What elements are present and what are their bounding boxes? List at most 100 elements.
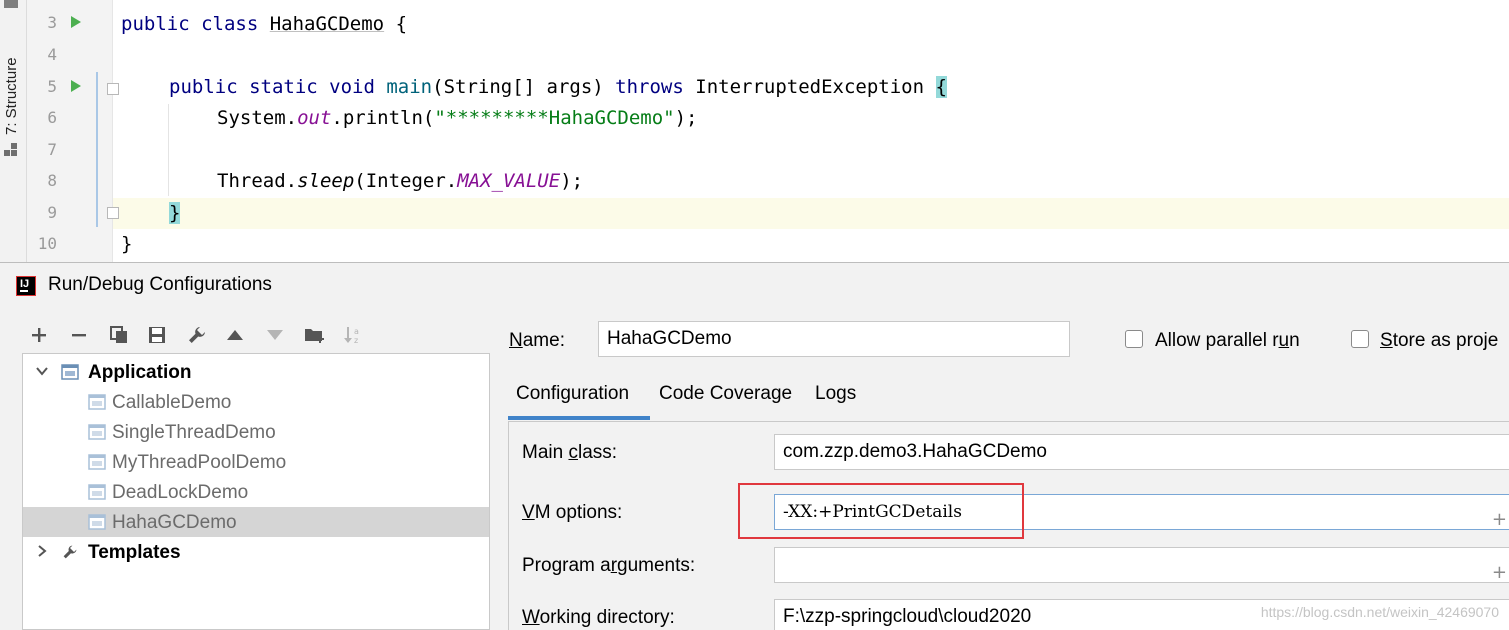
application-config-icon [88, 514, 106, 530]
code-token: Thread. [217, 170, 298, 192]
fold-toggle-icon[interactable] [107, 83, 119, 95]
dialog-title: Run/Debug Configurations [48, 274, 272, 295]
program-arguments-input[interactable]: + [774, 547, 1509, 583]
name-input[interactable]: HahaGCDemo [598, 321, 1070, 357]
application-config-icon [88, 424, 106, 440]
dialog-title-bar[interactable]: IJ Run/Debug Configurations [0, 263, 1509, 307]
tree-item-singlethreaddemo[interactable]: SingleThreadDemo [23, 417, 489, 447]
application-config-icon [88, 394, 106, 410]
tree-item-label: SingleThreadDemo [112, 422, 276, 443]
tree-group-templates[interactable]: Templates [23, 537, 489, 567]
tab-logs[interactable]: Logs [815, 383, 856, 405]
tree-item-mythreadpooldemo[interactable]: MyThreadPoolDemo [23, 447, 489, 477]
tree-group-label: Templates [88, 542, 181, 563]
code-token: { [935, 76, 947, 98]
expand-field-icon[interactable]: + [1492, 503, 1507, 529]
structure-icon [4, 143, 17, 156]
tree-item-callabledemo[interactable]: CallableDemo [23, 387, 489, 417]
main-class-label: Main class: [522, 442, 618, 463]
structure-tool-window-button[interactable]: 7: Structure [3, 57, 20, 135]
tree-item-label: MyThreadPoolDemo [112, 452, 287, 473]
store-as-project-file-label[interactable]: Store as proje [1380, 330, 1498, 352]
allow-parallel-run-label[interactable]: Allow parallel run [1155, 330, 1300, 352]
program-arguments-label: Program arguments: [522, 555, 696, 576]
code-token: out [297, 107, 332, 129]
wrench-icon [63, 545, 77, 559]
application-config-icon [88, 484, 106, 500]
code-line[interactable]: System.out.println("*********HahaGCDemo"… [217, 106, 697, 130]
application-icon [61, 364, 79, 380]
watermark: https://blog.csdn.net/weixin_42469070 [1260, 604, 1499, 620]
tree-item-label: CallableDemo [112, 392, 232, 413]
run-debug-configurations-dialog: IJ Run/Debug Configurations az Applicati… [0, 262, 1509, 630]
configurations-tree[interactable]: Application CallableDemo SingleThreadDem… [22, 353, 490, 630]
add-configuration-button[interactable] [26, 321, 52, 349]
tree-item-label: DeadLockDemo [112, 482, 249, 503]
svg-text:a: a [354, 327, 359, 336]
code-line[interactable]: public static void main(String[] args) t… [169, 75, 947, 99]
code-token: InterruptedException [695, 76, 925, 98]
line-number: 10 [37, 234, 57, 253]
fold-toggle-icon[interactable] [107, 207, 119, 219]
code-token: System. [217, 107, 298, 129]
line-number: 4 [47, 45, 57, 64]
code-token: { [384, 13, 408, 35]
vm-options-label: VM options: [522, 502, 623, 523]
svg-text:z: z [354, 336, 358, 345]
move-up-button[interactable] [222, 321, 248, 349]
indent-guide [168, 104, 169, 196]
chevron-right-icon[interactable] [35, 544, 49, 558]
expand-field-icon[interactable]: + [1492, 556, 1507, 582]
code-token: ); [674, 107, 698, 129]
save-configuration-button[interactable] [144, 321, 170, 349]
folder-add-icon [305, 329, 324, 343]
code-token: (String[] args) [432, 76, 604, 98]
code-token: HahaGCDemo [269, 13, 385, 35]
tree-group-label: Application [88, 362, 192, 383]
allow-parallel-run-checkbox[interactable] [1125, 330, 1143, 348]
save-icon [149, 327, 165, 343]
move-down-icon [267, 330, 283, 340]
store-as-project-file-checkbox[interactable] [1351, 330, 1369, 348]
code-token: .println( [331, 107, 435, 129]
tree-item-deadlockdemo[interactable]: DeadLockDemo [23, 477, 489, 507]
run-main-icon[interactable] [71, 80, 81, 92]
code-token: (Integer. [354, 170, 458, 192]
chevron-down-icon[interactable] [35, 364, 49, 378]
tree-group-application[interactable]: Application [23, 357, 489, 387]
edit-templates-button[interactable] [184, 321, 210, 349]
sort-configurations-button[interactable]: az [340, 321, 366, 349]
code-line[interactable]: } [169, 201, 181, 225]
application-config-icon [88, 454, 106, 470]
move-down-button[interactable] [262, 321, 288, 349]
tab-code-coverage[interactable]: Code Coverage [659, 383, 792, 405]
red-annotation-box [738, 483, 1024, 539]
tool-window-marker [4, 0, 18, 8]
add-icon [32, 328, 46, 342]
remove-configuration-button[interactable] [66, 321, 92, 349]
create-folder-button[interactable] [302, 321, 328, 349]
editor-gutter [27, 0, 112, 262]
code-editor[interactable]: 7: Structure 3 4 5 6 7 8 9 10 public cla… [0, 0, 1509, 262]
working-directory-label: Working directory: [522, 607, 675, 628]
tab-configuration[interactable]: Configuration [516, 383, 629, 405]
tree-item-hahagcdemo[interactable]: HahaGCDemo [23, 507, 489, 537]
line-number: 3 [47, 13, 57, 32]
code-line[interactable]: public class HahaGCDemo { [121, 12, 407, 36]
code-token: main [386, 76, 433, 98]
line-number: 5 [47, 77, 57, 96]
code-line[interactable]: } [121, 232, 132, 256]
sort-icon: az [344, 327, 359, 345]
code-token: ); [560, 170, 584, 192]
active-tab-indicator [508, 416, 650, 420]
copy-configuration-button[interactable] [106, 321, 132, 349]
code-token: } [121, 233, 133, 255]
caret-row-highlight [113, 198, 1509, 229]
code-token: throws [615, 76, 684, 98]
code-line[interactable]: Thread.sleep(Integer.MAX_VALUE); [217, 169, 583, 193]
main-class-input[interactable]: com.zzp.demo3.HahaGCDemo [774, 434, 1509, 470]
line-number: 6 [47, 108, 57, 127]
vcs-change-marker[interactable] [96, 72, 98, 227]
wrench-icon [189, 327, 205, 343]
run-class-icon[interactable] [71, 16, 81, 28]
